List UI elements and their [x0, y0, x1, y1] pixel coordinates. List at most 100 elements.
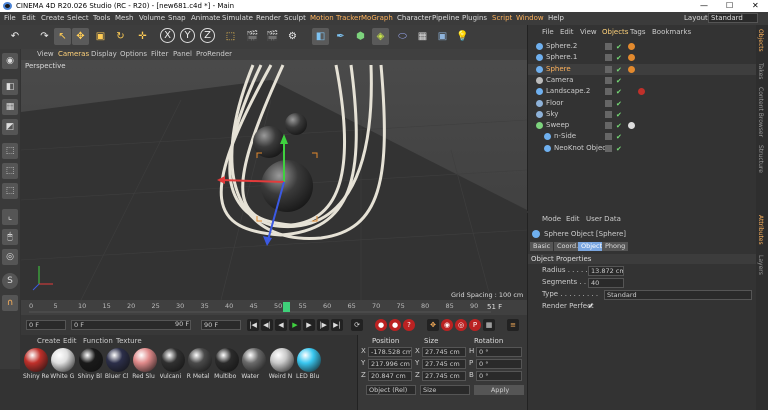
enabled-check-icon[interactable]: ✔: [616, 66, 622, 74]
layer-visibility-icon[interactable]: [605, 144, 612, 152]
object-row[interactable]: Sphere.2 ✔: [528, 41, 757, 52]
object-name[interactable]: Floor: [546, 99, 563, 107]
object-name[interactable]: Camera: [546, 76, 573, 84]
sphere-2-object[interactable]: [285, 113, 307, 135]
radius-input[interactable]: 13.872 cm: [588, 266, 624, 276]
live-selection-icon[interactable]: ↖: [54, 28, 71, 45]
menu-script[interactable]: Script: [492, 14, 512, 22]
coord-size-input[interactable]: 27.745 cm: [422, 347, 466, 357]
material-swatch[interactable]: Vulcani: [160, 348, 186, 386]
material-swatch[interactable]: White G: [50, 348, 76, 386]
x-axis-lock-icon[interactable]: X: [160, 28, 175, 43]
coord-size-input[interactable]: 27.745 cm: [422, 359, 466, 369]
scale-key-icon[interactable]: ◉: [441, 319, 453, 331]
object-row[interactable]: Sphere ✔: [528, 63, 757, 75]
material-tag-icon[interactable]: [638, 88, 645, 96]
menu-mesh[interactable]: Mesh: [115, 14, 133, 22]
layer-visibility-icon[interactable]: [605, 76, 612, 84]
parameter-key-icon[interactable]: P: [469, 319, 481, 331]
object-name[interactable]: Sphere.1: [546, 53, 577, 61]
enabled-check-icon[interactable]: ✔: [616, 43, 622, 51]
environment-icon[interactable]: ▦: [414, 28, 431, 45]
menu-edit[interactable]: Edit: [22, 14, 36, 22]
material-menu-texture[interactable]: Texture: [116, 337, 142, 345]
make-editable-icon[interactable]: ◉: [2, 53, 18, 69]
go-to-end-icon[interactable]: ▶|: [331, 319, 343, 331]
side-tab-takes[interactable]: Takes: [757, 63, 764, 79]
objects-menu-file[interactable]: File: [542, 28, 554, 36]
tweak-mode-icon[interactable]: 🖱: [2, 229, 18, 245]
coord-position-input[interactable]: 20.847 cm: [368, 371, 412, 381]
record-icon[interactable]: ●: [375, 319, 387, 331]
tab-phong[interactable]: Phong: [602, 242, 629, 251]
menu-pipeline[interactable]: Pipeline: [432, 14, 459, 22]
layer-visibility-icon[interactable]: [605, 110, 612, 118]
objects-menu-bookmarks[interactable]: Bookmarks: [652, 28, 691, 36]
coord-rotation-input[interactable]: 0 °: [476, 371, 522, 381]
material-menu-create[interactable]: Create: [37, 337, 60, 345]
timeline-ruler[interactable]: 0 5 10 15 20 25 30 35 40 45 50 55 60 65 70 75 80 85 90 51 …: [21, 300, 527, 315]
menu-help[interactable]: Help: [548, 14, 564, 22]
layer-visibility-icon[interactable]: [605, 99, 612, 107]
enabled-check-icon[interactable]: ✔: [616, 145, 622, 153]
loop-icon[interactable]: ⟳: [351, 319, 363, 331]
layer-visibility-icon[interactable]: [605, 65, 612, 73]
coord-position-input[interactable]: 217.996 cm: [368, 359, 412, 369]
scale-tool-icon[interactable]: ▣: [92, 28, 109, 45]
menu-animate[interactable]: Animate: [191, 14, 220, 22]
autokey-icon[interactable]: ●: [389, 319, 401, 331]
axis-mode-icon[interactable]: ⌞: [2, 209, 18, 225]
object-name[interactable]: Sphere: [546, 65, 571, 73]
layer-visibility-icon[interactable]: [605, 133, 612, 141]
coords-mode-select[interactable]: Object (Rel): [366, 385, 416, 395]
coord-position-input[interactable]: -178.528 cm: [368, 347, 412, 357]
coordinate-system-icon[interactable]: ⬚: [222, 28, 239, 45]
viewport-menu-display[interactable]: Display: [91, 50, 117, 58]
z-axis-lock-icon[interactable]: Z: [200, 28, 215, 43]
texture-mode-icon[interactable]: ▦: [2, 99, 18, 115]
rotate-tool-icon[interactable]: ↻: [112, 28, 129, 45]
object-name[interactable]: n-Side: [554, 132, 576, 140]
material-swatch[interactable]: Shiny Re: [23, 348, 49, 386]
cube-icon[interactable]: ◧: [312, 28, 329, 45]
menu-create[interactable]: Create: [41, 14, 64, 22]
viewport-menu-view[interactable]: View: [37, 50, 54, 58]
timeline-window-icon[interactable]: ≡: [507, 319, 519, 331]
viewport-menu-cameras[interactable]: Cameras: [58, 50, 89, 58]
object-row[interactable]: Sphere.1 ✔: [528, 52, 757, 63]
render-settings-icon[interactable]: ⚙: [284, 28, 301, 45]
object-row[interactable]: Floor ✔: [528, 98, 757, 109]
object-name[interactable]: Sweep: [546, 121, 569, 129]
menu-motion-tracker[interactable]: Motion Tracker: [310, 14, 361, 22]
solo-icon[interactable]: S: [2, 273, 18, 289]
material-swatch[interactable]: Weird N: [269, 348, 295, 386]
viewport-menu-options[interactable]: Options: [120, 50, 147, 58]
point-level-icon[interactable]: ▦: [483, 319, 495, 331]
coord-rotation-input[interactable]: 0 °: [476, 347, 522, 357]
camera-icon[interactable]: ▣: [434, 28, 451, 45]
pen-tool-icon[interactable]: ✒: [332, 28, 349, 45]
close-button[interactable]: ✕: [752, 1, 759, 10]
enabled-check-icon[interactable]: ✔: [616, 122, 622, 130]
layer-visibility-icon[interactable]: [605, 54, 612, 62]
model-mode-icon[interactable]: ◧: [2, 79, 18, 95]
side-tab-content-browser[interactable]: Content Browser: [757, 87, 764, 137]
attr-menu-user-data[interactable]: User Data: [586, 215, 621, 223]
keyframe-selection-icon[interactable]: ?: [403, 319, 415, 331]
objects-menu-objects[interactable]: Objects: [602, 28, 628, 36]
object-name[interactable]: Sphere.2: [546, 42, 577, 50]
side-tab-attributes[interactable]: Attributes: [757, 215, 764, 245]
go-to-start-icon[interactable]: |◀: [247, 319, 259, 331]
viewport-menu-panel[interactable]: Panel: [173, 50, 192, 58]
workplane-icon[interactable]: ◩: [2, 119, 18, 135]
edges-mode-icon[interactable]: ⬚: [2, 163, 18, 179]
object-row[interactable]: n-Side ✔: [528, 131, 757, 142]
material-swatch[interactable]: R Metal: [187, 348, 213, 386]
next-frame-icon[interactable]: ▶: [303, 319, 315, 331]
viewport-menu-filter[interactable]: Filter: [151, 50, 168, 58]
object-row[interactable]: Camera ✔: [528, 75, 757, 86]
coord-size-input[interactable]: 27.745 cm: [422, 371, 466, 381]
render-view-icon[interactable]: 🎬: [244, 28, 261, 45]
light-icon[interactable]: 💡: [454, 28, 471, 45]
object-row[interactable]: Landscape.2 ✔: [528, 86, 757, 97]
